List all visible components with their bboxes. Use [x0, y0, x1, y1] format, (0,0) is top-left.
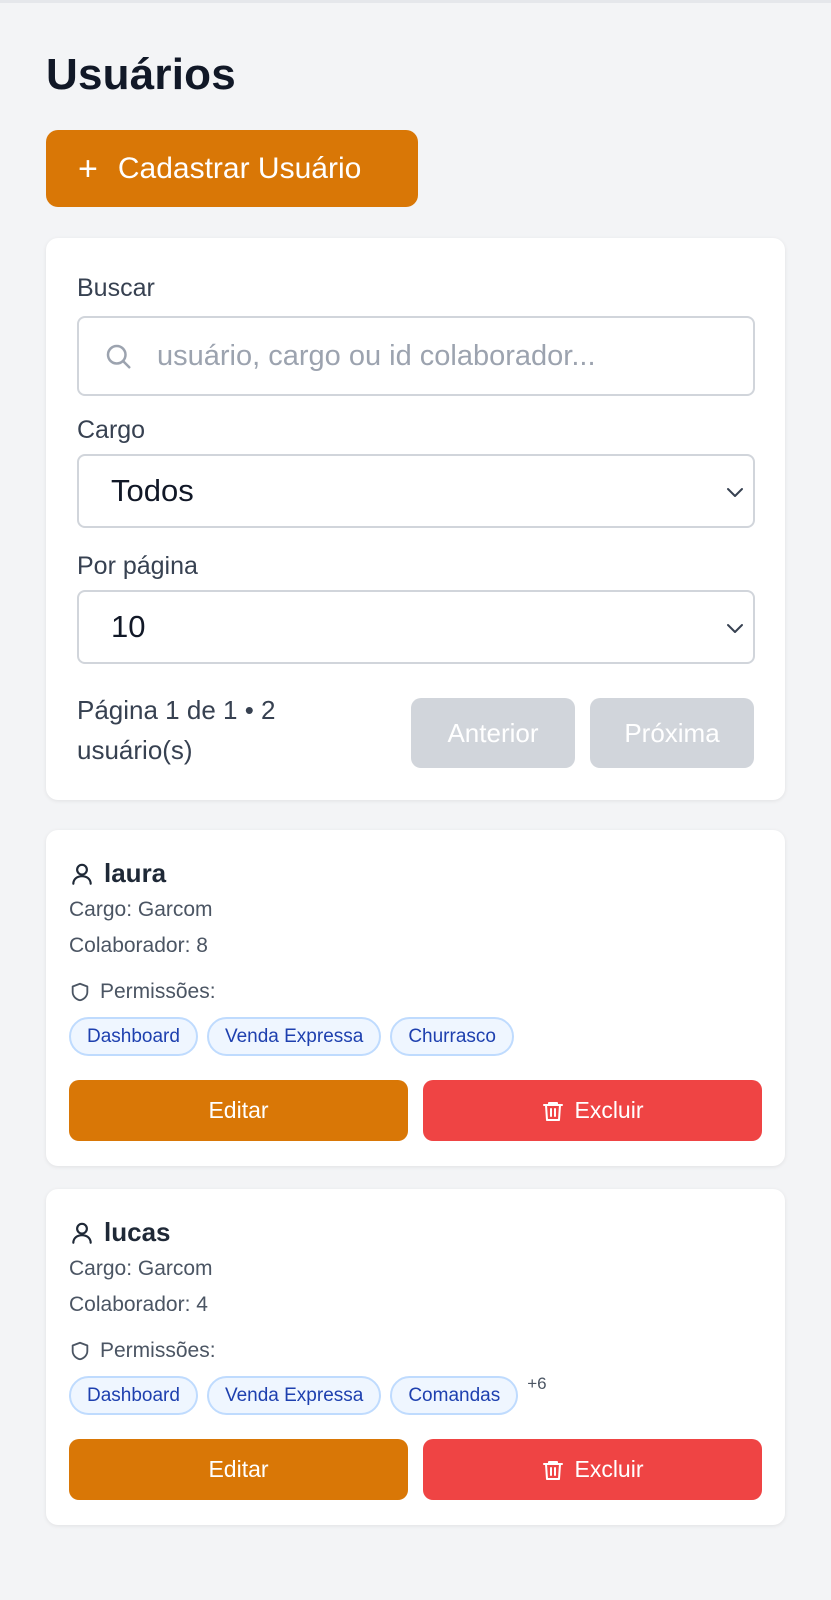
- permission-tags: Dashboard Venda Expressa Comandas +6: [69, 1374, 547, 1415]
- user-collaborator: Colaborador: 8: [69, 934, 208, 957]
- user-name: laura: [69, 858, 166, 889]
- add-user-button[interactable]: + Cadastrar Usuário: [46, 130, 418, 207]
- more-permissions-count: +6: [527, 1374, 547, 1393]
- user-name: lucas: [69, 1217, 171, 1248]
- user-role: Cargo: Garcom: [69, 1257, 213, 1280]
- permission-tag: Dashboard: [69, 1017, 198, 1056]
- top-divider: [0, 0, 831, 3]
- per-page-select-value: 10: [111, 609, 146, 644]
- next-page-button[interactable]: Próxima: [590, 698, 754, 768]
- user-name-text: laura: [104, 858, 167, 888]
- user-card: lucas Cargo: Garcom Colaborador: 4 Permi…: [46, 1189, 785, 1525]
- previous-page-button[interactable]: Anterior: [411, 698, 575, 768]
- user-collaborator: Colaborador: 4: [69, 1293, 208, 1316]
- role-label: Cargo: [77, 416, 146, 444]
- search-input[interactable]: [157, 339, 737, 373]
- user-name-text: lucas: [104, 1217, 171, 1247]
- trash-icon: [543, 1101, 564, 1121]
- shield-icon: [71, 982, 89, 1002]
- per-page-select[interactable]: 10: [77, 590, 755, 664]
- permission-tag: Comandas: [390, 1376, 519, 1415]
- permission-tag: Dashboard: [69, 1376, 198, 1415]
- permissions-header: Permissões:: [69, 980, 216, 1004]
- search-icon: [106, 344, 131, 369]
- plus-icon: +: [78, 149, 98, 188]
- edit-button[interactable]: Editar: [69, 1439, 408, 1500]
- user-icon: [72, 1222, 92, 1244]
- page-title: Usuários: [46, 50, 236, 99]
- search-field[interactable]: [77, 316, 755, 396]
- trash-icon: [543, 1460, 564, 1480]
- delete-label: Excluir: [574, 1456, 644, 1482]
- permissions-label: Permissões:: [100, 980, 216, 1003]
- permission-tag: Churrasco: [390, 1017, 514, 1056]
- permission-tag: Venda Expressa: [206, 1017, 382, 1056]
- add-user-label: Cadastrar Usuário: [117, 151, 362, 185]
- user-card: laura Cargo: Garcom Colaborador: 8 Permi…: [46, 830, 785, 1166]
- delete-button[interactable]: Excluir: [423, 1439, 762, 1500]
- pagination-info: Página 1 de 1 • 2 usuário(s): [77, 695, 276, 765]
- shield-icon: [71, 1341, 89, 1361]
- role-select-value: Todos: [111, 473, 194, 508]
- user-icon: [72, 863, 92, 885]
- user-role: Cargo: Garcom: [69, 898, 213, 921]
- permissions-header: Permissões:: [69, 1339, 216, 1363]
- permissions-label: Permissões:: [100, 1339, 216, 1362]
- permission-tag: Venda Expressa: [206, 1376, 382, 1415]
- permission-tags: Dashboard Venda Expressa Churrasco: [69, 1017, 523, 1056]
- delete-button[interactable]: Excluir: [423, 1080, 762, 1141]
- delete-label: Excluir: [574, 1097, 644, 1123]
- search-label: Buscar: [77, 274, 155, 302]
- filters-card: Buscar Cargo Todos Por página 10 Página …: [46, 238, 785, 800]
- edit-button[interactable]: Editar: [69, 1080, 408, 1141]
- role-select[interactable]: Todos: [77, 454, 755, 528]
- chevron-down-icon: [727, 488, 743, 497]
- per-page-label: Por página: [77, 552, 198, 580]
- chevron-down-icon: [727, 624, 743, 633]
